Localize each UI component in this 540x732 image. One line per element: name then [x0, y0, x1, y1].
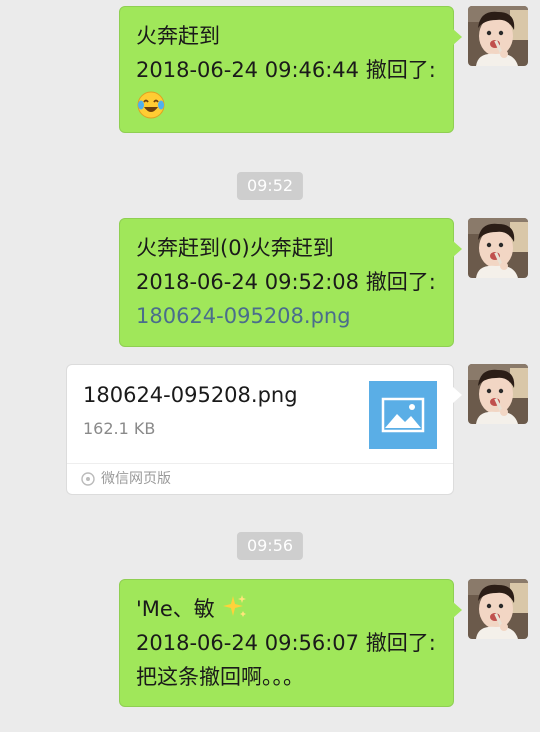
timestamp-label: 09:52	[236, 172, 304, 200]
message-row: 火奔赶到(0)火奔赶到 2018-06-24 09:52:08 撤回了: 180…	[119, 218, 528, 347]
message-emoji-line	[136, 87, 439, 121]
file-card-title: 180624-095208.png	[83, 383, 298, 407]
file-card-body: 180624-095208.png 162.1 KB	[67, 365, 453, 463]
message-row: 火奔赶到 2018-06-24 09:46:44 撤回了:	[119, 6, 528, 133]
mini-program-icon	[81, 472, 95, 486]
message-text-line: 把这条撤回啊。。。	[136, 665, 304, 689]
file-link[interactable]: 180624-095208.png	[136, 299, 439, 333]
tears-of-joy-emoji-icon	[137, 91, 165, 119]
message-bubble[interactable]: 火奔赶到 2018-06-24 09:46:44 撤回了:	[119, 6, 462, 133]
file-card[interactable]: 180624-095208.png 162.1 KB 微信网页版	[66, 364, 462, 495]
timestamp-label: 09:56	[236, 532, 304, 560]
message-text-line: 2018-06-24 09:46:44 撤回了:	[136, 58, 436, 82]
message-text-line: 火奔赶到(0)火奔赶到	[136, 236, 334, 260]
file-card-footer: 微信网页版	[67, 463, 453, 494]
sparkles-emoji-icon	[222, 595, 246, 617]
message-text-line: 2018-06-24 09:56:07 撤回了:	[136, 631, 436, 655]
avatar[interactable]	[468, 218, 528, 278]
avatar[interactable]	[468, 579, 528, 639]
message-text-line: 'Me、敏	[136, 592, 439, 626]
message-sender-text: 'Me、敏	[136, 597, 215, 621]
avatar[interactable]	[468, 364, 528, 424]
message-bubble[interactable]: 'Me、敏 2018-06-24 09:56:07 撤回了: 把这条撤回啊。。。	[119, 579, 462, 707]
image-placeholder-icon	[369, 381, 437, 449]
message-text-line: 火奔赶到	[136, 24, 220, 48]
file-card-size: 162.1 KB	[83, 419, 156, 438]
avatar[interactable]	[468, 6, 528, 66]
file-card-source: 微信网页版	[101, 471, 171, 487]
message-row: 'Me、敏 2018-06-24 09:56:07 撤回了: 把这条撤回啊。。。	[119, 579, 528, 707]
message-text-line: 2018-06-24 09:52:08 撤回了:	[136, 270, 436, 294]
message-row: 180624-095208.png 162.1 KB 微信网页版	[66, 364, 528, 495]
message-bubble[interactable]: 火奔赶到(0)火奔赶到 2018-06-24 09:52:08 撤回了: 180…	[119, 218, 462, 347]
